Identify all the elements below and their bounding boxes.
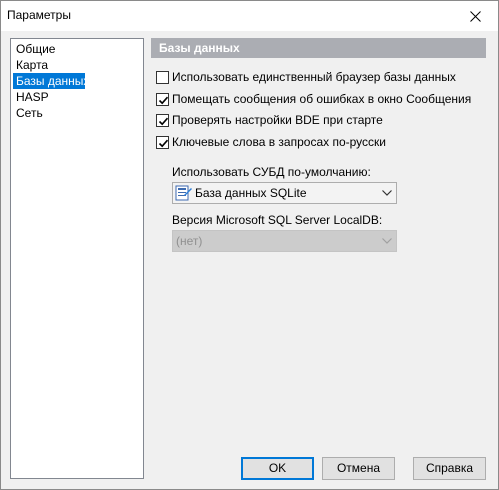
nav-item-map[interactable]: Карта (11, 57, 143, 73)
option-label: Использовать единственный браузер базы д… (172, 70, 456, 84)
localdb-label: Версия Microsoft SQL Server LocalDB: (172, 213, 383, 227)
option-label: Ключевые слова в запросах по-русски (172, 135, 386, 149)
database-icon (175, 185, 193, 201)
nav-item-network[interactable]: Сеть (11, 105, 143, 121)
option-errors-to-messages[interactable]: Помещать сообщения об ошибках в окно Соо… (156, 91, 471, 107)
checkmark-icon (158, 139, 169, 147)
help-button[interactable]: Справка (413, 457, 486, 480)
chevron-down-icon (378, 231, 396, 251)
chevron-down-icon (378, 183, 396, 203)
dbms-label: Использовать СУБД по-умолчанию: (172, 165, 371, 179)
option-label: Проверять настройки BDE при старте (172, 113, 383, 127)
nav-item-databases[interactable]: Базы данных (13, 73, 89, 89)
checkbox-russian-keywords[interactable] (156, 135, 169, 149)
cancel-button[interactable]: Отмена (322, 457, 395, 480)
option-label: Помещать сообщения об ошибках в окно Соо… (172, 92, 472, 106)
localdb-select: (нет) (172, 230, 397, 252)
checkbox-errors-to-messages[interactable] (156, 92, 169, 106)
checkbox-single-browser[interactable] (156, 70, 169, 84)
ok-button[interactable]: OK (241, 457, 314, 480)
checkmark-icon (158, 96, 169, 104)
close-button[interactable] (452, 1, 498, 31)
checkmark-icon (158, 117, 169, 125)
dbms-select[interactable]: База данных SQLite (172, 182, 397, 204)
option-single-browser[interactable]: Использовать единственный браузер базы д… (156, 69, 456, 85)
options-dialog: Параметры Общие Карта Базы данных HASP С… (0, 0, 499, 490)
category-list[interactable]: Общие Карта Базы данных HASP Сеть (10, 38, 144, 479)
localdb-select-value: (нет) (176, 234, 203, 248)
nav-item-hasp[interactable]: HASP (11, 89, 143, 105)
window-title: Параметры (7, 8, 71, 22)
option-russian-keywords[interactable]: Ключевые слова в запросах по-русски (156, 134, 386, 150)
dbms-select-value: База данных SQLite (195, 186, 307, 200)
title-bar: Параметры (1, 1, 498, 31)
close-icon (469, 10, 481, 22)
nav-item-general[interactable]: Общие (11, 41, 143, 57)
section-title: Базы данных (151, 38, 486, 58)
checkbox-check-bde[interactable] (156, 113, 169, 127)
option-check-bde[interactable]: Проверять настройки BDE при старте (156, 112, 383, 128)
